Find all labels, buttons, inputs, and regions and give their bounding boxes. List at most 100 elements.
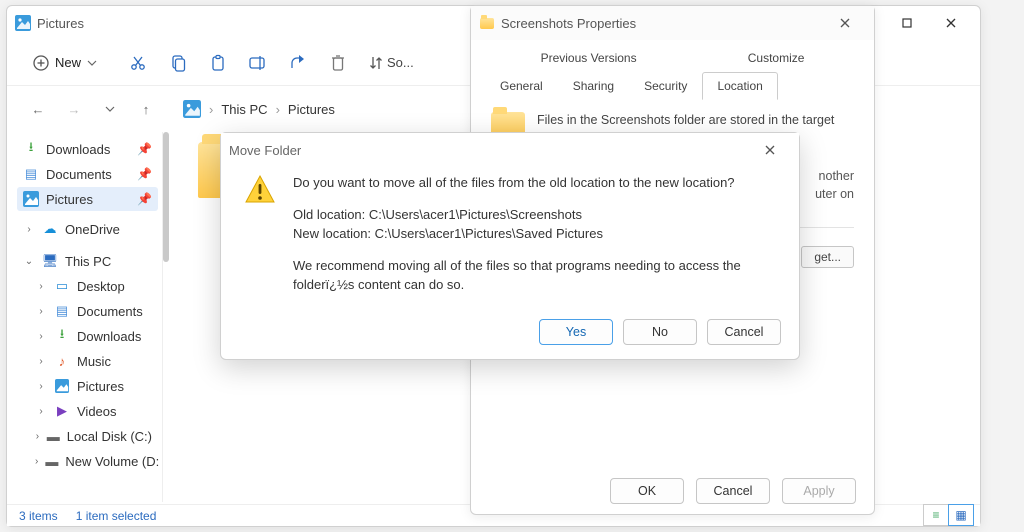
sort-label: So... [387, 55, 414, 70]
sidebar-item-label: This PC [65, 254, 111, 269]
sidebar-item-documents2[interactable]: › ▤ Documents [17, 299, 158, 323]
status-selected: 1 item selected [76, 509, 157, 523]
move-folder-dialog: Move Folder Do you want to move all of t… [220, 132, 800, 360]
move-titlebar[interactable]: Move Folder [221, 133, 799, 167]
move-recommend: We recommend moving all of the files so … [293, 256, 777, 295]
sidebar-item-label: Downloads [46, 142, 110, 157]
delete-icon[interactable] [329, 54, 347, 72]
sidebar-item-pictures[interactable]: Pictures 📌 [17, 187, 158, 211]
sidebar-item-label: Pictures [77, 379, 124, 394]
close-button[interactable] [749, 136, 791, 164]
tab-general[interactable]: General [485, 72, 558, 100]
cancel-button[interactable]: Cancel [707, 319, 781, 345]
copy-icon[interactable] [169, 54, 187, 72]
recent-button[interactable] [97, 96, 123, 122]
cut-icon[interactable] [129, 54, 147, 72]
share-icon[interactable] [289, 54, 307, 72]
sidebar-item-onedrive[interactable]: › ☁ OneDrive [17, 217, 158, 241]
sidebar-item-label: Local Disk (C:) [67, 429, 152, 444]
pictures-icon [183, 100, 201, 118]
ok-button[interactable]: OK [610, 478, 684, 504]
sidebar-item-label: Videos [77, 404, 117, 419]
breadcrumb[interactable]: › This PC › Pictures [183, 100, 335, 118]
sidebar-item-documents[interactable]: ▤ Documents 📌 [17, 162, 158, 186]
status-items: 3 items [19, 509, 58, 523]
sidebar-item-label: Desktop [77, 279, 125, 294]
maximize-button[interactable] [886, 9, 928, 37]
sidebar-item-localdisk[interactable]: › ▬ Local Disk (C:) [17, 424, 158, 448]
sidebar-item-newvolume[interactable]: › ▬ New Volume (D: [17, 449, 158, 473]
documents-icon: ▤ [23, 166, 39, 182]
sidebar-item-pictures2[interactable]: › Pictures [17, 374, 158, 398]
properties-footer: OK Cancel Apply [471, 478, 874, 504]
move-buttons: Yes No Cancel [539, 319, 781, 345]
sidebar-item-desktop[interactable]: ›▭Desktop [17, 274, 158, 298]
view-grid-button[interactable]: ▦ [948, 504, 974, 526]
pictures-icon [54, 378, 70, 394]
chevron-right-icon: › [35, 456, 38, 467]
breadcrumb-current[interactable]: Pictures [288, 102, 335, 117]
apply-button[interactable]: Apply [782, 478, 856, 504]
move-title: Move Folder [229, 143, 749, 158]
old-location: Old location: C:\Users\acer1\Pictures\Sc… [293, 205, 777, 225]
pin-icon: 📌 [137, 192, 152, 206]
close-button[interactable] [930, 9, 972, 37]
content-scrollbar[interactable] [163, 132, 169, 502]
chevron-right-icon: › [35, 431, 40, 442]
chevron-down-icon: ⌄ [23, 256, 35, 267]
chevron-right-icon: › [276, 102, 280, 117]
pictures-icon [23, 191, 39, 207]
view-list-button[interactable]: ≡ [923, 504, 949, 526]
find-target-button[interactable]: get... [801, 246, 854, 268]
sidebar-item-label: Documents [77, 304, 143, 319]
tab-customize[interactable]: Customize [733, 44, 820, 72]
tab-security[interactable]: Security [629, 72, 702, 100]
new-button-label: New [55, 55, 81, 70]
documents-icon: ▤ [54, 303, 70, 319]
breadcrumb-root[interactable]: This PC [221, 102, 267, 117]
sidebar-item-label: Music [77, 354, 111, 369]
drive-icon: ▬ [45, 453, 58, 469]
music-icon: ♪ [54, 353, 70, 369]
move-question: Do you want to move all of the files fro… [293, 173, 777, 193]
sidebar-item-thispc[interactable]: ⌄ 🖥 This PC [17, 249, 158, 273]
sidebar-item-videos[interactable]: ›▶Videos [17, 399, 158, 423]
sidebar-item-downloads2[interactable]: ›⭳Downloads [17, 324, 158, 348]
properties-tabs-top: Previous Versions Customize [471, 40, 874, 72]
yes-button[interactable]: Yes [539, 319, 613, 345]
sidebar-item-label: Downloads [77, 329, 141, 344]
sidebar-item-music[interactable]: › ♪ Music [17, 349, 158, 373]
forward-button[interactable]: → [61, 96, 87, 122]
monitor-icon: 🖥 [42, 253, 58, 269]
rename-icon[interactable] [249, 54, 267, 72]
scrollbar-thumb[interactable] [163, 132, 169, 262]
sidebar-item-downloads[interactable]: ⭳ Downloads 📌 [17, 137, 158, 161]
cancel-button[interactable]: Cancel [696, 478, 770, 504]
chevron-right-icon: › [35, 306, 47, 317]
drive-icon: ▬ [47, 428, 60, 444]
onedrive-icon: ☁ [42, 221, 58, 237]
view-toggle: ≡ ▦ [924, 504, 974, 526]
sort-button[interactable]: So... [369, 55, 414, 71]
back-button[interactable]: ← [25, 96, 51, 122]
videos-icon: ▶ [54, 403, 70, 419]
move-message: Do you want to move all of the files fro… [293, 173, 777, 295]
properties-titlebar[interactable]: Screenshots Properties [471, 6, 874, 40]
no-button[interactable]: No [623, 319, 697, 345]
new-button[interactable]: New [23, 51, 107, 75]
sort-icon [369, 55, 383, 71]
properties-title: Screenshots Properties [501, 16, 824, 31]
warning-icon [243, 173, 277, 207]
chevron-right-icon: › [35, 356, 47, 367]
paste-icon[interactable] [209, 54, 227, 72]
up-button[interactable]: ↑ [133, 96, 159, 122]
sidebar-item-label: New Volume (D: [65, 454, 159, 469]
chevron-right-icon: › [35, 381, 47, 392]
close-button[interactable] [824, 9, 866, 37]
download-icon: ⭳ [54, 328, 70, 344]
folder-icon [479, 15, 495, 31]
sidebar-item-label: OneDrive [65, 222, 120, 237]
tab-location[interactable]: Location [702, 72, 777, 100]
tab-previous-versions[interactable]: Previous Versions [526, 44, 652, 72]
tab-sharing[interactable]: Sharing [558, 72, 629, 100]
